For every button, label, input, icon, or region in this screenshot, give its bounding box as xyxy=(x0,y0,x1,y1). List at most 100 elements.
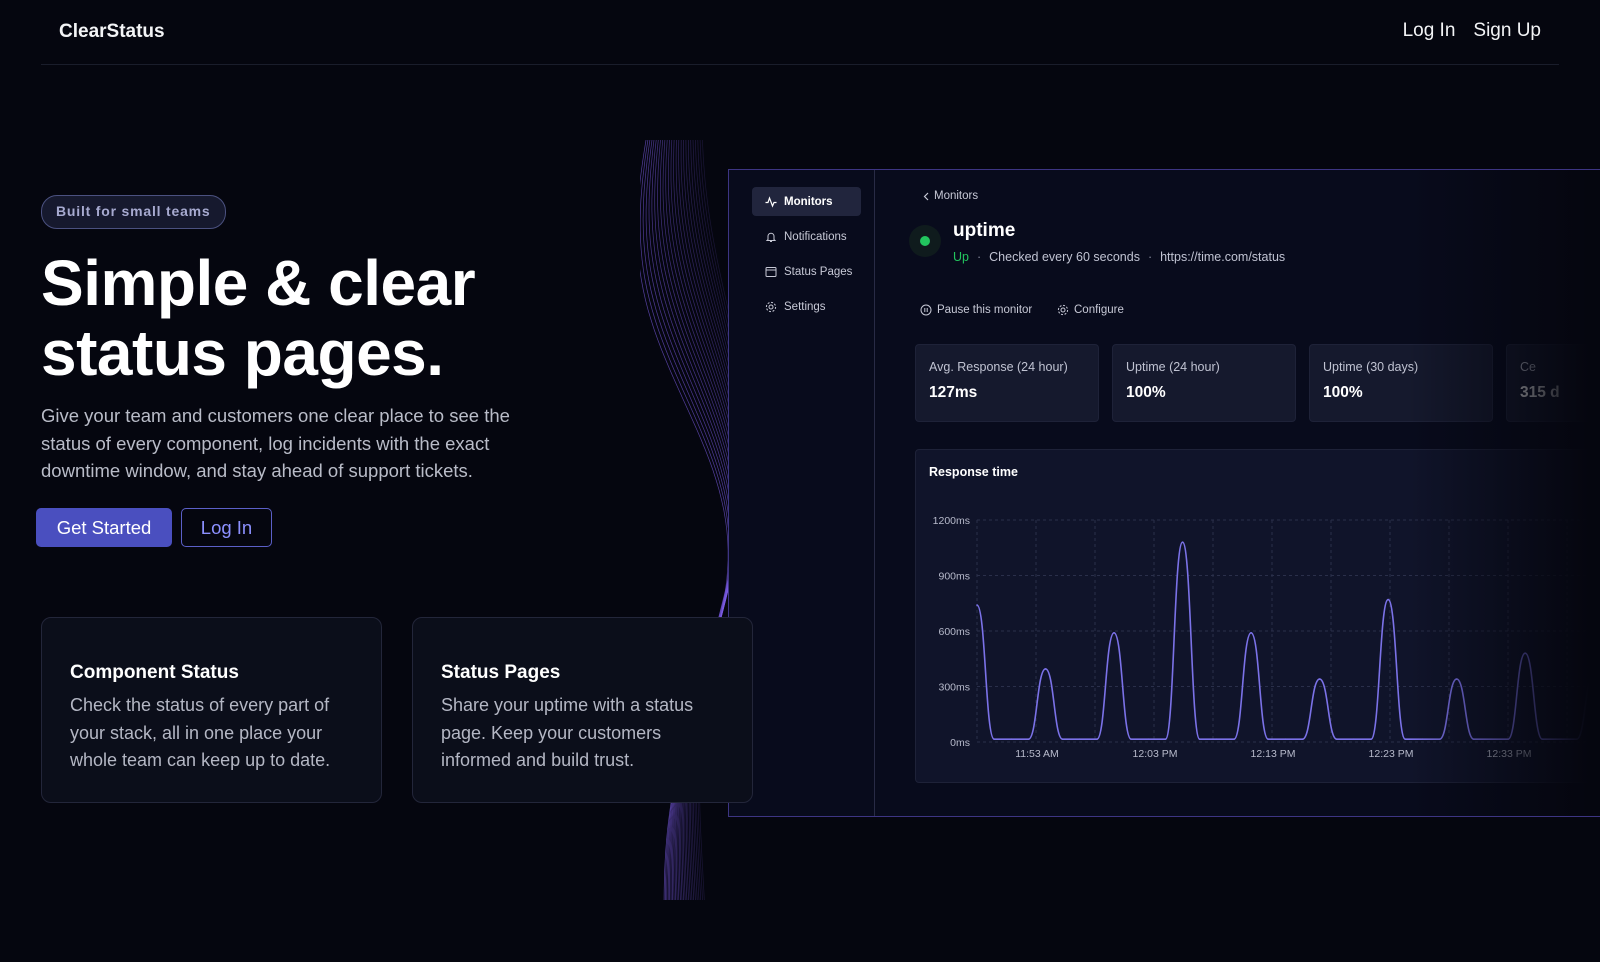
data-point xyxy=(1010,738,1013,741)
chart-canvas: 1200ms 900ms 600ms 300ms 0ms 11:53 AM 12:03 PM… xyxy=(933,515,1600,760)
stat-card-uptime-30d: Uptime (30 days) 100% xyxy=(1309,344,1493,422)
data-point xyxy=(1404,738,1407,741)
nav-login-link[interactable]: Log In xyxy=(1403,20,1456,42)
data-point xyxy=(1233,738,1235,741)
data-point xyxy=(976,604,978,606)
top-nav: ClearStatus Log In Sign Up xyxy=(41,0,1559,65)
separator-dot: · xyxy=(1147,250,1153,264)
hero-subtext: Give your team and customers one clear p… xyxy=(41,405,510,481)
feature-text: Check the status of every part of your s… xyxy=(70,695,331,770)
stat-value: 315 d xyxy=(1520,384,1560,401)
sidebar-item-label: Status Pages xyxy=(784,265,853,278)
data-point xyxy=(1267,738,1270,741)
x-tick-label: 12:13 PM xyxy=(1251,748,1296,760)
feature-card-component-status: Component Status Check the status of eve… xyxy=(41,617,382,803)
gear-icon xyxy=(765,301,777,312)
data-point xyxy=(1558,738,1561,741)
data-point xyxy=(1198,738,1201,741)
stat-label: Ce xyxy=(1520,360,1536,374)
monitor-url[interactable]: https://time.com/status xyxy=(1160,250,1285,264)
stat-card-uptime-24h: Uptime (24 hour) 100% xyxy=(1112,344,1296,422)
pause-icon xyxy=(920,304,932,316)
hero-badge: Built for small teams xyxy=(41,195,226,229)
stat-value: 100% xyxy=(1126,384,1166,401)
data-point xyxy=(1044,668,1047,670)
headline-line-2: status pages. xyxy=(41,317,444,389)
sidebar-item-notifications[interactable]: Notifications xyxy=(752,222,861,251)
data-point xyxy=(1370,738,1372,741)
separator-dot: · xyxy=(976,250,982,264)
sidebar-item-settings[interactable]: Settings xyxy=(752,292,861,321)
data-point xyxy=(1387,598,1389,601)
feature-title: Component Status xyxy=(70,662,239,683)
y-tick-label: 1200ms xyxy=(933,515,970,527)
nav-links: Log In Sign Up xyxy=(1403,20,1541,42)
monitor-interval: Checked every 60 seconds xyxy=(989,250,1140,264)
data-point xyxy=(1524,652,1527,654)
dashboard-preview: Monitors Notifications Status Pages Sett… xyxy=(728,169,1600,817)
data-point xyxy=(1490,738,1492,741)
monitor-status: Up xyxy=(953,250,969,264)
data-point xyxy=(1438,738,1441,741)
series-line xyxy=(976,541,1595,741)
data-point xyxy=(1096,738,1098,741)
data-point xyxy=(1284,738,1287,741)
data-point xyxy=(1592,674,1595,677)
stat-value: 127ms xyxy=(929,384,978,401)
bell-icon xyxy=(765,232,777,242)
headline-line-1: Simple & clear xyxy=(41,247,476,319)
y-tick-label: 0ms xyxy=(950,737,970,749)
feature-card-status-pages: Status Pages Share your uptime with a st… xyxy=(412,617,753,803)
sidebar-item-status-pages[interactable]: Status Pages xyxy=(752,257,861,286)
data-point xyxy=(1164,738,1167,741)
activity-icon xyxy=(765,195,777,208)
configure-label: Configure xyxy=(1074,304,1124,316)
y-tick-label: 300ms xyxy=(938,682,970,694)
data-point xyxy=(1130,738,1132,741)
data-point xyxy=(1335,738,1338,741)
configure-button[interactable]: Configure xyxy=(1057,304,1124,316)
sidebar-item-label: Settings xyxy=(784,300,826,313)
x-tick-label: 12:23 PM xyxy=(1369,748,1414,760)
hero-headline: Simple & clear status pages. xyxy=(41,248,541,388)
stat-card-avg-response: Avg. Response (24 hour) 127ms xyxy=(915,344,1099,422)
breadcrumb[interactable]: Monitors xyxy=(922,190,978,202)
data-point xyxy=(1061,738,1064,741)
x-tick-label: 12:03 PM xyxy=(1133,748,1178,760)
data-point xyxy=(1027,738,1030,741)
monitor-title: uptime xyxy=(953,220,1016,241)
feature-text: Share your uptime with a status page. Ke… xyxy=(441,695,694,770)
brand-logo[interactable]: ClearStatus xyxy=(59,21,165,43)
sidebar-item-label: Monitors xyxy=(784,195,833,208)
data-point xyxy=(1507,738,1509,741)
hero-login-button[interactable]: Log In xyxy=(181,508,272,547)
stat-card-certificate: Ce 315 d xyxy=(1506,344,1600,422)
data-point xyxy=(1113,632,1115,634)
nav-signup-link[interactable]: Sign Up xyxy=(1473,20,1541,42)
feature-title: Status Pages xyxy=(441,662,561,683)
data-point xyxy=(1318,678,1321,680)
data-point xyxy=(993,738,995,741)
data-point xyxy=(1421,738,1424,741)
y-tick-label: 600ms xyxy=(938,626,970,638)
breadcrumb-label: Monitors xyxy=(934,190,979,202)
data-point xyxy=(1250,632,1252,634)
status-indicator xyxy=(909,225,941,257)
data-point xyxy=(1078,738,1081,741)
sidebar-item-monitors[interactable]: Monitors xyxy=(752,187,861,216)
data-point xyxy=(1181,541,1184,543)
data-point xyxy=(1541,738,1544,741)
y-tick-label: 900ms xyxy=(938,571,970,583)
data-point xyxy=(1301,738,1304,741)
pause-label: Pause this monitor xyxy=(937,304,1033,316)
get-started-button[interactable]: Get Started xyxy=(36,508,172,547)
pause-monitor-button[interactable]: Pause this monitor xyxy=(920,304,1032,316)
data-point xyxy=(1473,738,1475,741)
x-tick-label: 11:53 AM xyxy=(1015,748,1059,760)
data-point xyxy=(1353,738,1355,741)
stat-value: 100% xyxy=(1323,384,1363,401)
stat-label: Uptime (30 days) xyxy=(1323,360,1419,374)
stat-label: Uptime (24 hour) xyxy=(1126,360,1220,374)
data-point xyxy=(1216,738,1218,741)
stat-label: Avg. Response (24 hour) xyxy=(929,360,1068,374)
